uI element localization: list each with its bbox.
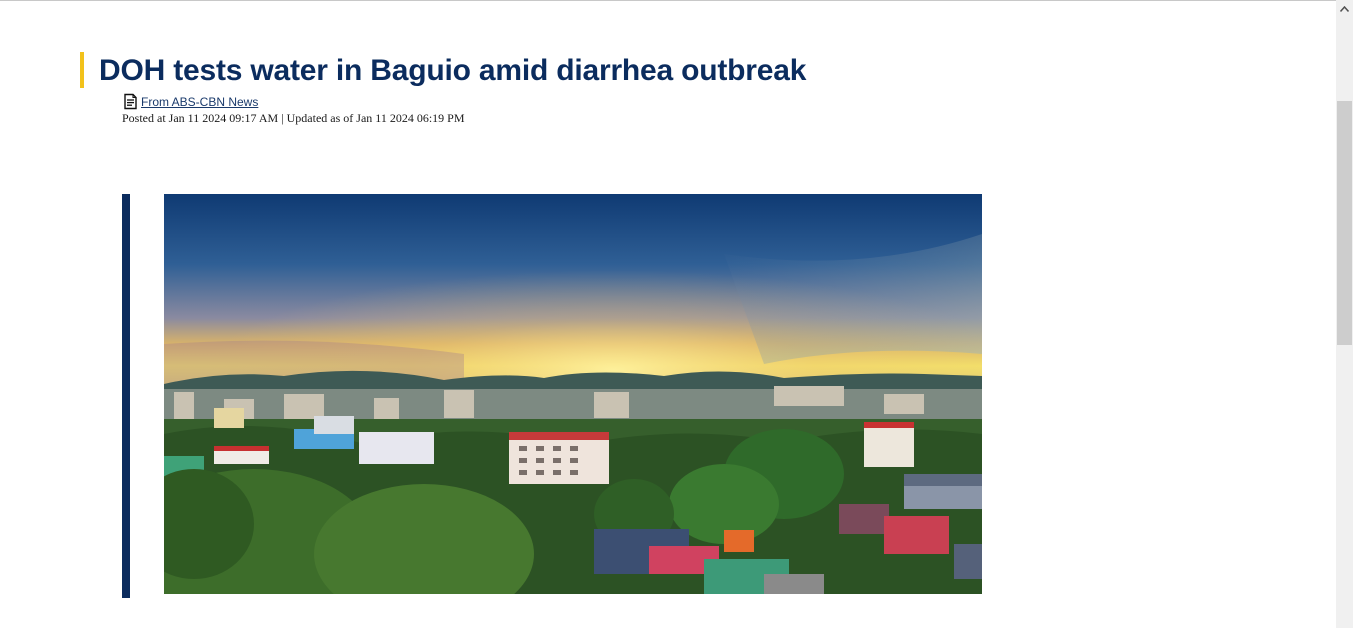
headline-block: DOH tests water in Baguio amid diarrhea … — [80, 52, 806, 88]
article-dateline: Posted at Jan 11 2024 09:17 AM | Updated… — [122, 111, 465, 125]
article-photo — [164, 194, 982, 594]
source-line: From ABS-CBN News — [122, 90, 258, 110]
chevron-up-icon[interactable] — [1336, 0, 1353, 17]
article-page: DOH tests water in Baguio amid diarrhea … — [0, 0, 1336, 628]
scrollbar-thumb[interactable] — [1337, 101, 1352, 345]
source-link[interactable]: From ABS-CBN News — [141, 95, 258, 109]
article-headline: DOH tests water in Baguio amid diarrhea … — [99, 54, 807, 87]
vertical-scrollbar[interactable] — [1336, 0, 1353, 628]
photo-accent-bar — [122, 194, 130, 598]
document-icon — [122, 93, 139, 110]
